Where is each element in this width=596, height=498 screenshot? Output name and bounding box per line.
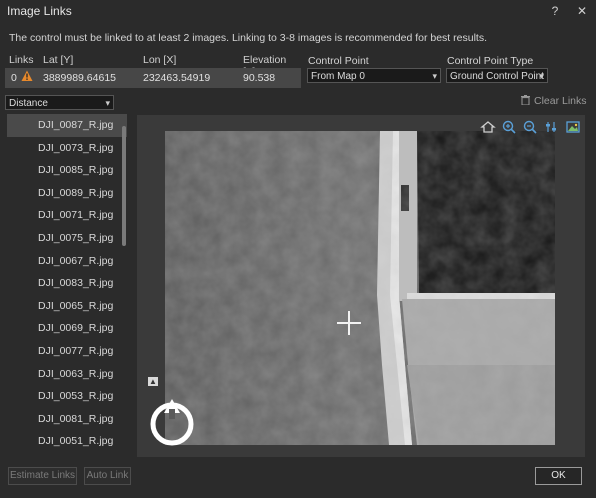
col-lat[interactable]: Lat [Y]: [43, 54, 73, 66]
control-point-label: Control Point: [308, 55, 369, 67]
info-text: The control must be linked to at least 2…: [9, 32, 487, 44]
col-lon[interactable]: Lon [X]: [143, 54, 176, 66]
lon-value: 232463.54919: [143, 72, 211, 84]
compass-icon[interactable]: [147, 397, 197, 447]
sort-value: Distance: [9, 98, 48, 109]
list-item[interactable]: DJI_0087_R.jpg: [7, 114, 127, 137]
list-item[interactable]: DJI_0077_R.jpg: [7, 340, 127, 363]
control-point-type-select[interactable]: Ground Control Point ▾: [446, 68, 548, 83]
links-table-header: Links Lat [Y] Lon [X] Elevation [Z]: [5, 51, 301, 78]
chevron-down-icon: ▾: [539, 71, 544, 81]
list-item[interactable]: DJI_0071_R.jpg: [7, 204, 127, 227]
scroll-thumb[interactable]: [122, 126, 126, 246]
list-item[interactable]: DJI_0053_R.jpg: [7, 385, 127, 408]
image-list: DJI_0087_R.jpg DJI_0073_R.jpg DJI_0085_R.j…: [7, 114, 127, 458]
list-item[interactable]: DJI_0067_R.jpg: [7, 250, 127, 273]
title-bar: Image Links ? ✕: [0, 0, 596, 22]
close-icon[interactable]: ✕: [574, 3, 590, 19]
lat-value: 3889989.64615: [43, 72, 116, 84]
links-table: Links Lat [Y] Lon [X] Elevation [Z] 0 38…: [5, 51, 301, 88]
list-item[interactable]: DJI_0081_R.jpg: [7, 408, 127, 431]
control-point-select[interactable]: From Map 0 ▾: [307, 68, 441, 83]
chevron-down-icon: ▾: [105, 98, 110, 108]
list-item[interactable]: DJI_0083_R.jpg: [7, 272, 127, 295]
control-point-value: From Map 0: [311, 71, 365, 82]
image-icon[interactable]: [565, 119, 581, 135]
list-item[interactable]: DJI_0085_R.jpg: [7, 159, 127, 182]
list-item[interactable]: DJI_0069_R.jpg: [7, 317, 127, 340]
window-title: Image Links: [7, 4, 72, 18]
control-point-type-value: Ground Control Point: [450, 71, 544, 82]
image-viewer[interactable]: ▲: [137, 115, 585, 457]
list-item[interactable]: DJI_0065_R.jpg: [7, 295, 127, 318]
ok-button[interactable]: OK: [535, 467, 582, 485]
elevation-value: 90.538: [243, 72, 276, 84]
clear-links-button[interactable]: Clear Links: [521, 95, 587, 107]
list-item[interactable]: DJI_0073_R.jpg: [7, 137, 127, 160]
auto-link-button[interactable]: Auto Link: [84, 467, 131, 485]
expand-icon[interactable]: ▲: [148, 377, 158, 386]
home-icon[interactable]: [480, 119, 496, 135]
clear-links-label: Clear Links: [534, 95, 587, 107]
list-item[interactable]: DJI_0089_R.jpg: [7, 182, 127, 205]
zoom-in-icon[interactable]: [501, 119, 517, 135]
list-item[interactable]: DJI_0075_R.jpg: [7, 227, 127, 250]
control-point-type-label: Control Point Type: [447, 55, 534, 67]
links-count: 0: [11, 72, 17, 84]
col-links[interactable]: Links: [9, 54, 34, 66]
adjust-icon[interactable]: [543, 119, 559, 135]
trash-icon: [521, 95, 530, 105]
warning-icon: [21, 70, 33, 81]
zoom-out-icon[interactable]: [522, 119, 538, 135]
thermal-image[interactable]: [137, 115, 585, 457]
image-list-scrollbar[interactable]: [121, 116, 127, 456]
list-item[interactable]: DJI_0051_R.jpg: [7, 430, 127, 453]
chevron-down-icon: ▾: [432, 71, 437, 81]
sort-select[interactable]: Distance ▾: [5, 95, 114, 110]
estimate-links-button[interactable]: Estimate Links: [8, 467, 77, 485]
help-icon[interactable]: ?: [547, 3, 563, 19]
list-item[interactable]: DJI_0063_R.jpg: [7, 363, 127, 386]
links-table-row[interactable]: 0 3889989.64615 232463.54919 90.538: [5, 68, 301, 88]
